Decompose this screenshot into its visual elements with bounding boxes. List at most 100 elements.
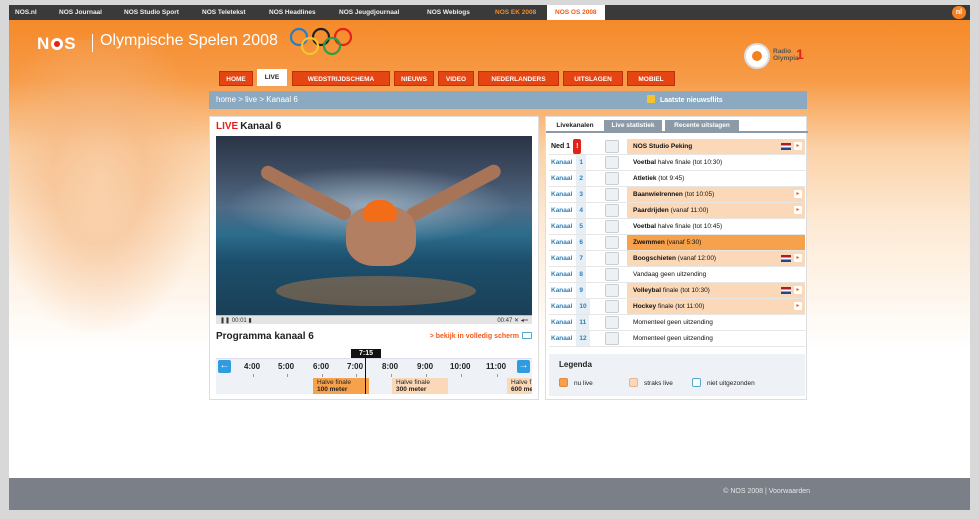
timeline-program-live[interactable]: Halve finale 100 meter: [313, 378, 369, 394]
player-elapsed[interactable]: ❚❚ 00:01 ▮: [220, 317, 252, 324]
olympic-rings-icon: [289, 27, 353, 56]
tab-mobiel[interactable]: MOBIEL: [627, 71, 675, 86]
channel-program[interactable]: Zwemmen (vanaf 5:30): [627, 235, 805, 250]
channel-list: Ned 1! NOS Studio Peking ▸ Kanaal 1 Voetbal …: [549, 139, 805, 347]
channel-name[interactable]: Kanaal 5: [551, 219, 595, 234]
channel-row[interactable]: Kanaal 9 Volleybal finale (tot 10:30) ▸: [549, 283, 805, 299]
topnav-link-journaal[interactable]: NOS Journaal: [59, 5, 102, 20]
channel-name[interactable]: Kanaal 7: [551, 251, 595, 266]
topnav-link-nos-nl[interactable]: NOS.nl: [15, 5, 37, 20]
channel-row[interactable]: Kanaal 5 Voetbal halve finale (tot 10:45): [549, 219, 805, 235]
channel-name[interactable]: Kanaal 2: [551, 171, 595, 186]
channel-program[interactable]: Paardrijden (vanaf 11:00) ▸: [627, 203, 805, 218]
play-arrow-icon[interactable]: ▸: [794, 142, 802, 150]
channel-name[interactable]: Kanaal 9: [551, 283, 595, 298]
channel-program[interactable]: Voetbal halve finale (tot 10:45): [627, 219, 805, 234]
timeline-program[interactable]: Halve finale 300 meter: [392, 378, 448, 394]
channel-name[interactable]: Kanaal 11: [551, 315, 595, 330]
tab-nederlanders[interactable]: NEDERLANDERS: [478, 71, 559, 86]
play-arrow-icon[interactable]: ▸: [794, 190, 802, 198]
topnav-link-headlines[interactable]: NOS Headlines: [269, 5, 316, 20]
play-arrow-icon[interactable]: ▸: [794, 254, 802, 262]
channel-program[interactable]: Voetbal halve finale (tot 10:30): [627, 155, 805, 170]
site-title: Olympische Spelen 2008: [92, 32, 278, 52]
channel-program[interactable]: Volleybal finale (tot 10:30) ▸: [627, 283, 805, 298]
sport-icon: [605, 300, 619, 313]
channel-row[interactable]: Kanaal 2 Atletiek (tot 9:45): [549, 171, 805, 187]
sport-icon: [605, 172, 619, 185]
channel-name[interactable]: Kanaal 4: [551, 203, 595, 218]
topnav-link-jeugdjournaal[interactable]: NOS Jeugdjournaal: [339, 5, 399, 20]
breadcrumb[interactable]: home > live > Kanaal 6: [216, 95, 298, 104]
close-icon[interactable]: ✕: [514, 318, 519, 324]
dutch-flag-icon: [781, 287, 791, 294]
tab-uitslagen[interactable]: UITSLAGEN: [563, 71, 623, 86]
timeline-tick: [253, 374, 254, 377]
channel-name[interactable]: Kanaal 3: [551, 187, 595, 202]
channel-row[interactable]: Ned 1! NOS Studio Peking ▸: [549, 139, 805, 155]
fullscreen-link[interactable]: > bekijk in volledig scherm: [430, 332, 532, 340]
seek-handle[interactable]: ▮: [248, 318, 251, 324]
channel-row[interactable]: Kanaal 3 Baanwielrennen (tot 10:05) ▸: [549, 187, 805, 203]
channel-name[interactable]: Kanaal 10: [551, 299, 595, 314]
channel-program[interactable]: Hockey finale (tot 11:00) ▸: [627, 299, 805, 314]
play-arrow-icon[interactable]: ▸: [794, 302, 802, 310]
nl-logo-icon[interactable]: nl: [952, 6, 966, 19]
channel-name[interactable]: Kanaal 12: [551, 331, 595, 346]
play-arrow-icon[interactable]: ▸: [794, 286, 802, 294]
sport-icon: [605, 252, 619, 265]
channel-row[interactable]: Kanaal 6 Zwemmen (vanaf 5:30): [549, 235, 805, 251]
sport-icon: [605, 220, 619, 233]
player-controls: ❚❚ 00:01 ▮ 00:47 ✕ ◂═: [216, 315, 532, 324]
channel-program[interactable]: NOS Studio Peking ▸: [627, 139, 805, 154]
legend-swatch: [692, 378, 701, 387]
channel-program[interactable]: Atletiek (tot 9:45): [627, 171, 805, 186]
channel-row[interactable]: Kanaal 11 Momenteel geen uitzending: [549, 315, 805, 331]
channel-program[interactable]: Vandaag geen uitzending: [627, 267, 805, 282]
channel-row[interactable]: Kanaal 1 Voetbal halve finale (tot 10:30): [549, 155, 805, 171]
channel-row[interactable]: Kanaal 8 Vandaag geen uitzending: [549, 267, 805, 283]
timeline-tick: [391, 374, 392, 377]
tab-wedstrijdschema[interactable]: WEDSTRIJDSCHEMA: [292, 71, 390, 86]
play-arrow-icon[interactable]: ▸: [794, 206, 802, 214]
radio-icon: [744, 43, 770, 69]
radio-olympia-logo[interactable]: Radio Olympia 1: [744, 38, 806, 72]
channel-row[interactable]: Kanaal 12 Momenteel geen uitzending: [549, 331, 805, 347]
channels-panel: Livekanalen Live statistiek Recente uits…: [545, 116, 808, 400]
tab-nieuws[interactable]: NIEUWS: [394, 71, 434, 86]
channel-name[interactable]: Kanaal 6: [551, 235, 595, 250]
footer-text[interactable]: © NOS 2008 | Voorwaarden: [723, 488, 810, 495]
timeline-program[interactable]: Halve f 600 me: [507, 378, 532, 394]
program-title: Programma kanaal 6: [216, 331, 314, 342]
channel-program[interactable]: Boogschieten (vanaf 12:00) ▸: [627, 251, 805, 266]
tab-live-statistiek[interactable]: Live statistiek: [604, 120, 662, 131]
topnav-link-ek-2008[interactable]: NOS EK 2008: [495, 5, 536, 20]
tab-livekanalen[interactable]: Livekanalen: [549, 120, 601, 131]
tab-video[interactable]: VIDEO: [438, 71, 474, 86]
channel-row[interactable]: Kanaal 10 Hockey finale (tot 11:00) ▸: [549, 299, 805, 315]
tab-live[interactable]: LIVE: [257, 69, 287, 86]
timeline-prev-arrow-icon[interactable]: ←: [218, 360, 231, 373]
timeline-next-arrow-icon[interactable]: →: [517, 360, 530, 373]
dutch-flag-icon: [781, 143, 791, 150]
channel-name[interactable]: Kanaal 8: [551, 267, 595, 282]
channel-program[interactable]: Momenteel geen uitzending: [627, 331, 805, 346]
channel-program[interactable]: Momenteel geen uitzending: [627, 315, 805, 330]
channel-name[interactable]: Kanaal 1: [551, 155, 595, 170]
channel-name[interactable]: Ned 1!: [551, 139, 595, 154]
pause-icon[interactable]: ❚❚: [220, 318, 230, 324]
channel-row[interactable]: Kanaal 7 Boogschieten (vanaf 12:00) ▸: [549, 251, 805, 267]
topnav-link-weblogs[interactable]: NOS Weblogs: [427, 5, 470, 20]
newsflash-link[interactable]: Laatste nieuwsflits: [647, 95, 723, 104]
topnav-link-studio-sport[interactable]: NOS Studio Sport: [124, 5, 179, 20]
tab-home[interactable]: HOME: [219, 71, 253, 86]
channel-row[interactable]: Kanaal 4 Paardrijden (vanaf 11:00) ▸: [549, 203, 805, 219]
video-player[interactable]: [216, 136, 532, 315]
topnav-link-teletekst[interactable]: NOS Teletekst: [202, 5, 246, 20]
topnav-link-os-2008[interactable]: NOS OS 2008: [547, 5, 605, 20]
nos-logo[interactable]: NS: [37, 34, 77, 54]
legend-item-none: niet uitgezonden: [692, 378, 755, 387]
channel-program[interactable]: Baanwielrennen (tot 10:05) ▸: [627, 187, 805, 202]
volume-icon[interactable]: ◂═: [521, 318, 528, 324]
tab-recente-uitslagen[interactable]: Recente uitslagen: [665, 120, 739, 131]
